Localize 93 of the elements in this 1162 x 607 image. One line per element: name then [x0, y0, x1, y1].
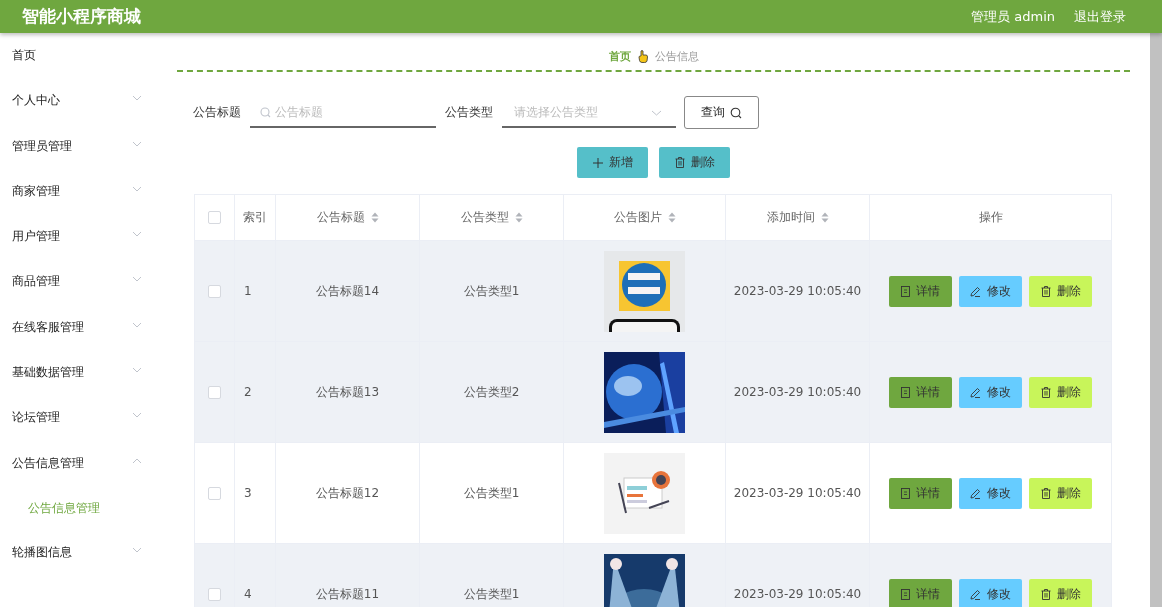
delete-button[interactable]: 删除	[659, 147, 730, 178]
pencil-icon	[970, 487, 981, 499]
column-header[interactable]: 公告类型	[460, 210, 509, 225]
pencil-icon	[970, 386, 981, 398]
table-cell: 公告类型1	[463, 484, 520, 502]
document-icon	[901, 487, 910, 499]
table-cell: 公告类型2	[463, 383, 520, 401]
pencil-icon	[970, 285, 981, 297]
details-button[interactable]: 详情	[889, 477, 952, 509]
trash-icon	[674, 157, 685, 168]
column-header[interactable]: 添加时间	[766, 210, 815, 225]
breadcrumb-item: 公告信息	[654, 48, 699, 64]
delete-button[interactable]: 删除	[1029, 275, 1092, 307]
table-cell: 2023-03-29 10:05:40	[733, 385, 862, 399]
chevron-down-icon	[132, 276, 142, 283]
trash-icon	[1040, 285, 1051, 297]
sidebar-item[interactable]: 首页	[0, 44, 160, 90]
table-cell: 公告标题12	[315, 484, 380, 502]
details-button[interactable]: 详情	[889, 376, 952, 408]
app-title: 智能小程序商城	[22, 5, 141, 28]
table-cell: 3	[244, 486, 252, 500]
search-field[interactable]: 公告标题	[250, 97, 436, 128]
sidebar-item[interactable]: 轮播图信息	[0, 540, 160, 587]
sidebar-item[interactable]: 管理员管理	[0, 134, 160, 180]
search-icon	[730, 106, 742, 119]
chevron-down-icon	[132, 412, 142, 419]
trash-icon	[1040, 487, 1051, 499]
sort-icon	[370, 212, 379, 223]
add-button[interactable]: 新增	[577, 147, 648, 178]
table-cell: 2023-03-29 10:05:40	[733, 486, 862, 500]
column-header: 操作	[978, 210, 1003, 225]
edit-button[interactable]: 修改	[959, 275, 1022, 307]
table-cell: 公告标题14	[315, 282, 380, 300]
chevron-down-icon	[651, 109, 662, 116]
edit-button[interactable]: 修改	[959, 578, 1022, 607]
table-cell: 4	[244, 587, 252, 601]
chevron-down-icon	[132, 140, 142, 147]
column-header: 索引	[243, 210, 267, 225]
chevron-down-icon	[132, 367, 142, 374]
delete-button[interactable]: 删除	[1029, 376, 1092, 408]
edit-button[interactable]: 修改	[959, 477, 1022, 509]
scrollbar[interactable]	[1150, 33, 1162, 607]
details-button[interactable]: 详情	[889, 275, 952, 307]
edit-button[interactable]: 修改	[959, 376, 1022, 408]
trash-icon	[1040, 588, 1051, 600]
plus-icon	[592, 157, 603, 168]
table-cell: 1	[244, 284, 252, 298]
checkbox[interactable]	[208, 211, 221, 224]
table-cell: 公告类型1	[463, 282, 520, 300]
trash-icon	[1040, 386, 1051, 398]
sidebar-item[interactable]: 商家管理	[0, 179, 160, 226]
table-cell: 公告标题11	[315, 585, 380, 603]
checkbox[interactable]	[208, 385, 221, 399]
delete-button[interactable]: 删除	[1029, 477, 1092, 509]
chevron-down-icon	[132, 185, 142, 192]
field-label: 公告类型	[445, 104, 493, 121]
sidebar-item[interactable]: 基础数据管理	[0, 361, 160, 407]
table-cell: 公告类型1	[463, 585, 520, 603]
column-header[interactable]: 公告图片	[613, 210, 662, 225]
sidebar-item[interactable]: 商品管理	[0, 270, 160, 316]
search-icon	[260, 106, 271, 118]
checkbox[interactable]	[208, 587, 221, 601]
sort-icon	[667, 212, 676, 223]
chevron-up-icon	[132, 457, 142, 464]
sidebar-item[interactable]: 个人中心	[0, 89, 160, 135]
table-cell: 公告标题13	[315, 383, 380, 401]
sidebar-item[interactable]: 用户管理	[0, 225, 160, 271]
sort-icon	[820, 212, 829, 223]
chevron-down-icon	[132, 231, 142, 238]
pencil-icon	[970, 588, 981, 600]
document-icon	[901, 386, 910, 398]
column-header[interactable]: 公告标题	[316, 210, 365, 225]
chevron-down-icon	[132, 95, 142, 102]
checkbox[interactable]	[208, 486, 221, 500]
checkbox[interactable]	[208, 284, 221, 298]
user-label: 管理员 admin	[971, 7, 1055, 26]
select-field[interactable]: 请选择公告类型	[502, 97, 676, 128]
chevron-down-icon	[132, 546, 142, 553]
sort-icon	[514, 212, 523, 223]
table-cell: 2	[244, 385, 252, 399]
document-icon	[901, 285, 910, 297]
table-cell: 2023-03-29 10:05:40	[733, 587, 862, 601]
sidebar-item[interactable]: 论坛管理	[0, 406, 160, 452]
sidebar-item[interactable]: 公告信息管理	[0, 451, 160, 497]
search-button[interactable]: 查询	[684, 96, 759, 129]
details-button[interactable]: 详情	[889, 578, 952, 607]
document-icon	[901, 588, 910, 600]
delete-button[interactable]: 删除	[1029, 578, 1092, 607]
chevron-down-icon	[132, 321, 142, 328]
table-cell: 2023-03-29 10:05:40	[733, 284, 862, 298]
sidebar-item[interactable]: 在线客服管理	[0, 315, 160, 362]
hand-icon	[637, 49, 648, 63]
field-label: 公告标题	[193, 104, 241, 121]
